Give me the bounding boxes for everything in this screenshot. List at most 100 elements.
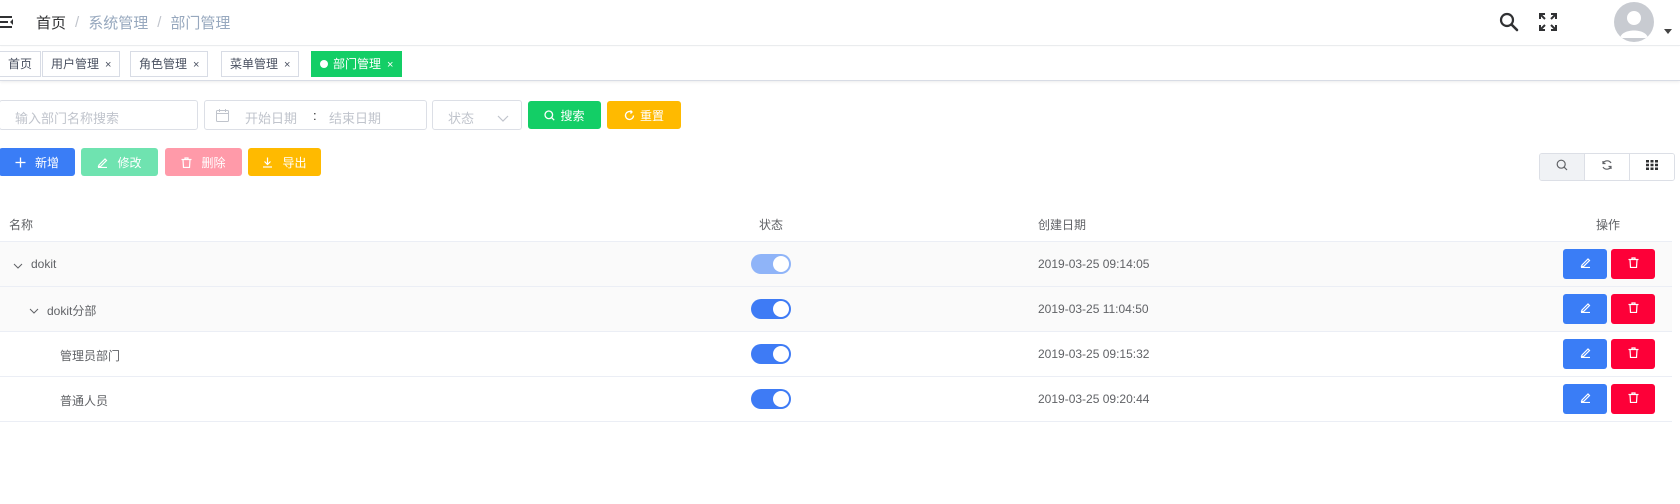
add-button-label: 新增 — [34, 155, 59, 170]
tag-role-management[interactable]: 角色管理 × — [130, 51, 209, 77]
close-icon[interactable]: × — [387, 53, 393, 77]
search-icon — [1556, 158, 1568, 176]
breadcrumb-current: 部门管理 — [170, 15, 231, 32]
refresh-icon — [1601, 158, 1613, 176]
grid-icon — [1646, 158, 1658, 176]
row-delete-button[interactable] — [1611, 249, 1655, 279]
edit-icon — [1580, 302, 1591, 316]
breadcrumb-separator: / — [75, 14, 80, 31]
toggle-search-button[interactable] — [1540, 154, 1585, 180]
switch-knob — [773, 391, 789, 407]
tag-label: 菜单管理 — [230, 57, 279, 71]
close-icon[interactable]: × — [193, 53, 199, 77]
caret-down-icon[interactable] — [1664, 29, 1672, 34]
tag-menu-management[interactable]: 菜单管理 × — [221, 51, 300, 77]
columns-button[interactable] — [1630, 154, 1674, 180]
breadcrumb-system: 系统管理 — [88, 15, 149, 32]
hamburger-icon[interactable] — [0, 13, 14, 31]
column-header-actions: 操作 — [1596, 218, 1621, 232]
status-switch[interactable] — [751, 389, 791, 409]
switch-knob — [773, 256, 789, 272]
table-row[interactable]: 管理员部门 2019-03-25 09:15:32 — [0, 332, 1672, 377]
refresh-icon — [624, 109, 635, 121]
row-delete-button[interactable] — [1611, 339, 1655, 369]
export-button-label: 导出 — [282, 155, 307, 170]
column-header-created: 创建日期 — [1038, 218, 1087, 232]
dept-tree-table: 名称 状态 创建日期 操作 dokit 2019-03-25 09:14:05 … — [0, 203, 1672, 422]
row-edit-button[interactable] — [1563, 294, 1607, 324]
column-header-name: 名称 — [9, 218, 34, 232]
trash-icon — [1628, 302, 1639, 316]
row-delete-button[interactable] — [1611, 384, 1655, 414]
created-date: 2019-03-25 09:14:05 — [1038, 257, 1150, 271]
chevron-down-icon[interactable] — [13, 260, 23, 270]
chevron-down-icon[interactable] — [29, 305, 39, 315]
search-icon[interactable] — [1499, 12, 1519, 32]
row-edit-button[interactable] — [1563, 339, 1607, 369]
tags-view: 首页 用户管理 × 角色管理 × 菜单管理 × 部门管理 × — [0, 47, 1680, 81]
refresh-button[interactable] — [1585, 154, 1630, 180]
table-row[interactable]: 普通人员 2019-03-25 09:20:44 — [0, 377, 1672, 422]
calendar-icon — [216, 109, 229, 125]
row-edit-button[interactable] — [1563, 384, 1607, 414]
tag-label: 用户管理 — [51, 57, 100, 71]
table-header: 名称 状态 创建日期 操作 — [0, 203, 1672, 242]
tag-home[interactable]: 首页 — [0, 51, 42, 77]
breadcrumb: 首页 / 系统管理 / 部门管理 — [36, 12, 230, 33]
navbar: 首页 / 系统管理 / 部门管理 — [0, 0, 1680, 46]
trash-icon — [1628, 257, 1639, 271]
tag-dept-management[interactable]: 部门管理 × — [311, 51, 403, 77]
end-date-input[interactable]: 结束日期 — [329, 108, 381, 127]
edit-icon — [1580, 257, 1591, 271]
trash-icon — [1628, 347, 1639, 361]
reset-button[interactable]: 重置 — [607, 101, 681, 129]
dept-name: dokit — [31, 257, 57, 271]
search-icon — [544, 109, 556, 121]
user-avatar[interactable] — [1614, 2, 1654, 42]
created-date: 2019-03-25 09:20:44 — [1038, 392, 1150, 406]
export-button[interactable]: 导出 — [248, 148, 321, 176]
active-dot-icon — [320, 59, 328, 68]
chevron-down-icon — [497, 111, 509, 126]
table-row[interactable]: dokit 2019-03-25 09:14:05 — [0, 242, 1672, 287]
range-separator: : — [313, 108, 317, 123]
select-placeholder: 状态 — [448, 111, 475, 126]
dept-name: 管理员部门 — [60, 349, 121, 363]
trash-icon — [1628, 392, 1639, 406]
table-toolbar — [1539, 153, 1675, 181]
download-icon — [262, 157, 273, 168]
trash-icon — [181, 156, 192, 168]
edit-icon — [1580, 392, 1591, 406]
start-date-input[interactable]: 开始日期 — [245, 108, 297, 127]
close-icon[interactable]: × — [105, 53, 111, 77]
row-delete-button[interactable] — [1611, 294, 1655, 324]
switch-knob — [773, 346, 789, 362]
delete-button-label: 删除 — [201, 155, 226, 170]
plus-icon — [15, 157, 26, 168]
edit-button-label: 修改 — [117, 155, 142, 170]
add-button[interactable]: 新增 — [0, 148, 75, 176]
created-date: 2019-03-25 11:04:50 — [1038, 302, 1149, 316]
edit-button[interactable]: 修改 — [81, 148, 158, 176]
search-button-label: 搜索 — [560, 108, 585, 123]
search-button[interactable]: 搜索 — [528, 101, 601, 129]
status-switch[interactable] — [751, 299, 791, 319]
tag-user-management[interactable]: 用户管理 × — [42, 51, 121, 77]
edit-icon — [1580, 347, 1591, 361]
edit-icon — [97, 157, 108, 168]
row-edit-button[interactable] — [1563, 249, 1607, 279]
dept-name-input[interactable]: 输入部门名称搜索 — [0, 100, 198, 130]
fullscreen-icon[interactable] — [1538, 12, 1558, 32]
delete-button[interactable]: 删除 — [165, 148, 242, 176]
breadcrumb-separator: / — [157, 14, 162, 31]
date-range-picker[interactable]: 开始日期 : 结束日期 — [204, 100, 427, 130]
input-placeholder: 输入部门名称搜索 — [15, 111, 120, 126]
breadcrumb-home[interactable]: 首页 — [36, 12, 66, 33]
status-switch[interactable] — [751, 254, 791, 274]
status-select[interactable]: 状态 — [432, 100, 522, 130]
status-switch[interactable] — [751, 344, 791, 364]
close-icon[interactable]: × — [284, 53, 290, 77]
table-row[interactable]: dokit分部 2019-03-25 11:04:50 — [0, 287, 1672, 332]
created-date: 2019-03-25 09:15:32 — [1038, 347, 1150, 361]
tag-label: 角色管理 — [139, 57, 188, 71]
